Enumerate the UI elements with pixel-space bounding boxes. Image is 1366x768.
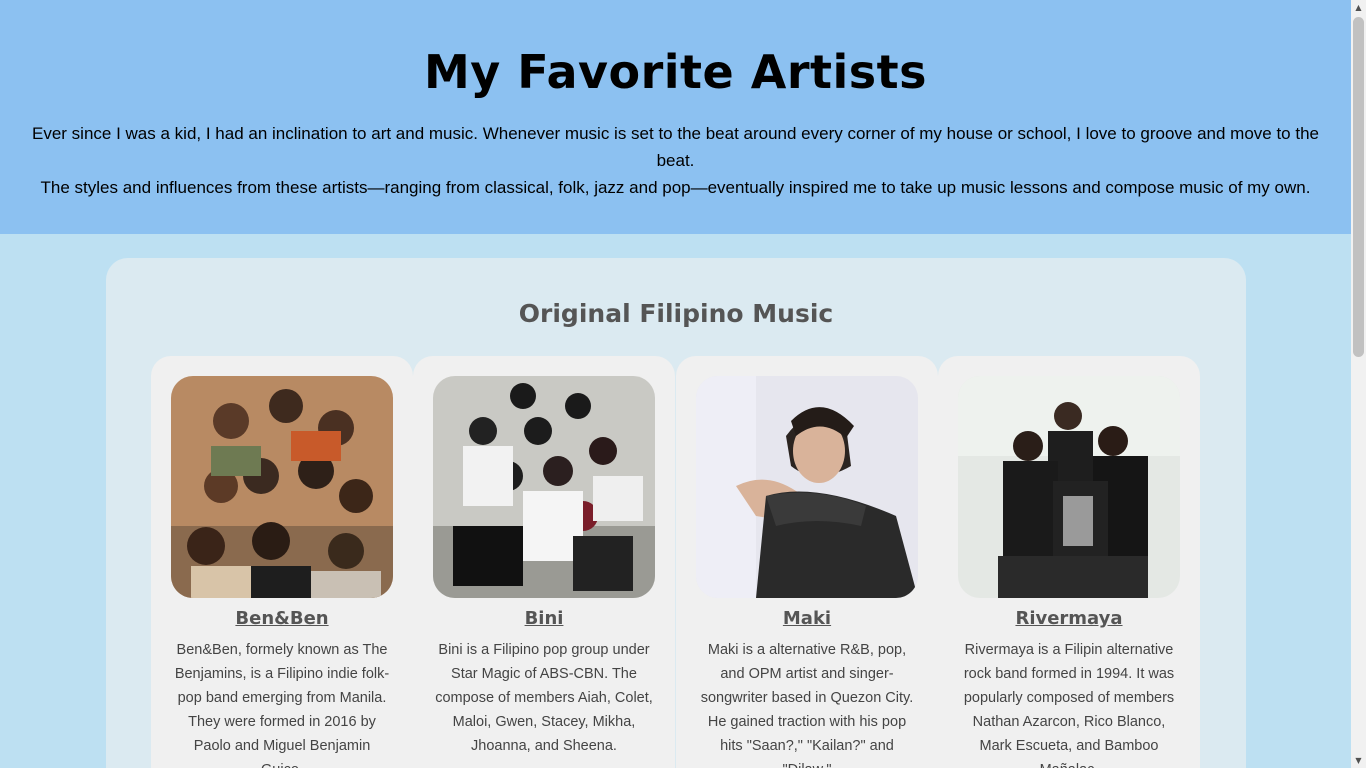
scroll-up-arrow-icon[interactable]: ▲ (1351, 0, 1366, 15)
artist-photo-rivermaya (958, 376, 1180, 598)
intro-line-2: The styles and influences from these art… (40, 178, 1311, 197)
artist-description: Maki is a alternative R&B, pop, and OPM … (700, 642, 914, 768)
artist-photo-bini (433, 376, 655, 598)
scroll-down-arrow-icon[interactable]: ▼ (1351, 753, 1366, 768)
artist-card-maki: Maki Maki is a alternative R&B, pop, and… (676, 356, 938, 768)
artist-photo-benandben (171, 376, 393, 598)
vertical-scrollbar[interactable]: ▲ ▼ (1351, 0, 1366, 768)
artist-description: Ben&Ben, formely known as The Benjamins,… (174, 642, 390, 768)
intro-line-1: Ever since I was a kid, I had an inclina… (32, 124, 1319, 170)
group-photo-image (958, 376, 1180, 598)
artist-card-bini: Bini Bini is a Filipino pop group under … (413, 356, 675, 768)
artist-description: Rivermaya is a Filipin alternative rock … (963, 642, 1175, 768)
artist-name-link[interactable]: Rivermaya (938, 606, 1200, 632)
artist-name-link[interactable]: Ben&Ben (151, 606, 413, 632)
section-heading-wrap: Original Filipino Music (106, 296, 1246, 332)
intro-paragraph: Ever since I was a kid, I had an inclina… (30, 120, 1321, 201)
page-header: My Favorite Artists Ever since I was a k… (0, 0, 1351, 234)
group-photo-image (433, 376, 655, 598)
artist-photo-maki (696, 376, 918, 598)
artist-name-link[interactable]: Bini (413, 606, 675, 632)
group-photo-image (171, 376, 393, 598)
scrollbar-thumb[interactable] (1353, 17, 1364, 357)
portrait-photo-image (696, 376, 918, 598)
section-title: Original Filipino Music (518, 299, 834, 328)
artist-card-rivermaya: Rivermaya Rivermaya is a Filipin alterna… (938, 356, 1200, 768)
artist-description: Bini is a Filipino pop group under Star … (435, 642, 653, 754)
page-title: My Favorite Artists (423, 45, 928, 99)
artist-name-link[interactable]: Maki (676, 606, 938, 632)
artist-card-benandben: Ben&Ben Ben&Ben, formely known as The Be… (151, 356, 413, 768)
